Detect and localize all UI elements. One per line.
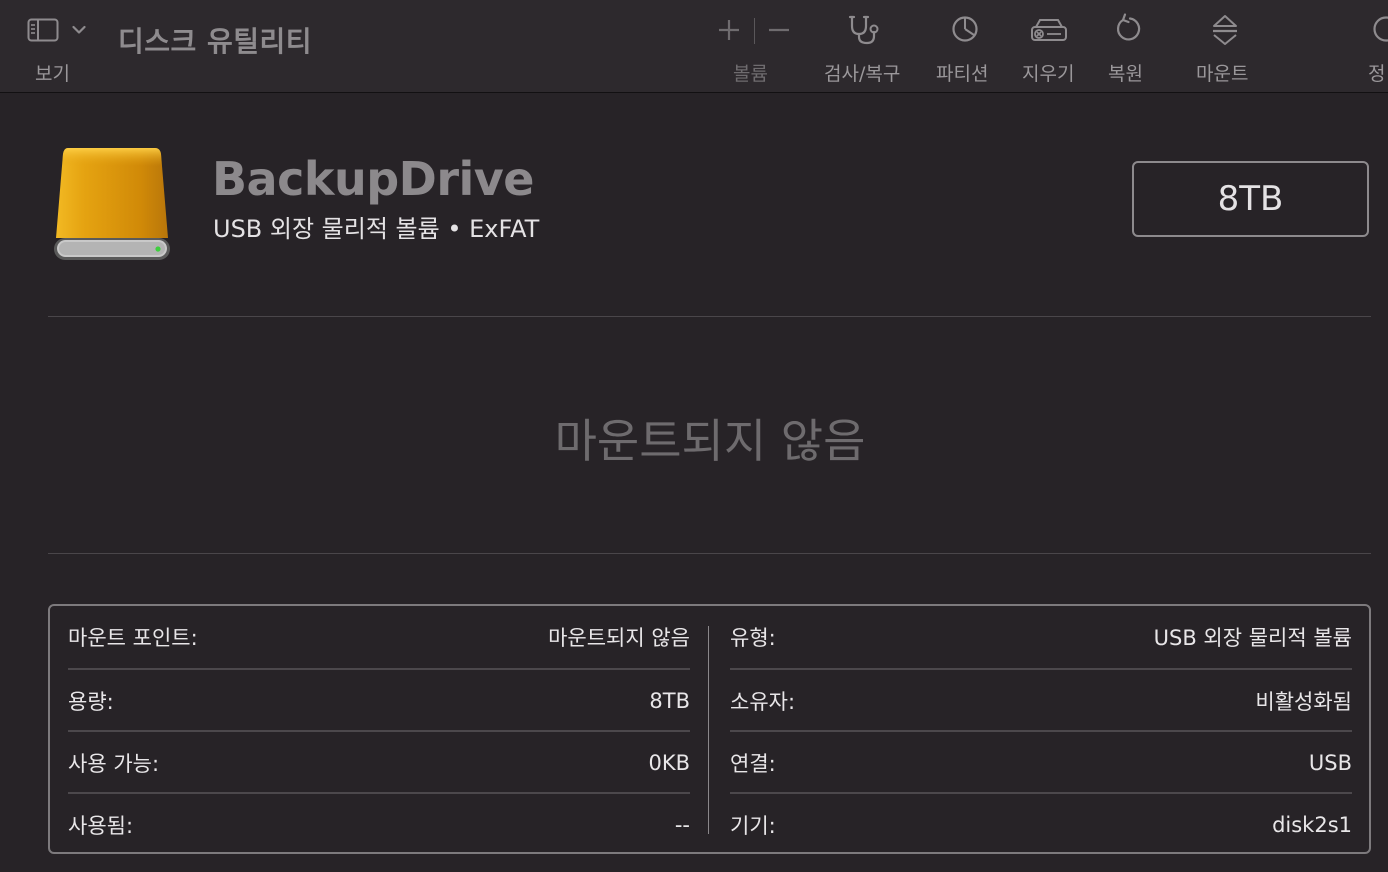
column-separator xyxy=(708,626,709,834)
info-key: 사용 가능: xyxy=(68,752,160,776)
info-row-capacity: 용량: 8TB xyxy=(68,670,690,732)
volume-divider xyxy=(754,18,755,44)
mount-status-message: 마운트되지 않음 xyxy=(554,414,866,468)
first-aid-label: 검사/복구 xyxy=(824,63,901,85)
volume-label: 볼륨 xyxy=(733,63,768,85)
info-key: 기기: xyxy=(730,814,776,838)
sidebar-icon xyxy=(27,18,59,42)
first-aid-button[interactable]: 검사/복구 xyxy=(820,10,912,88)
app-title: 디스크 유틸리티 xyxy=(118,25,313,58)
stethoscope-icon xyxy=(848,15,879,45)
info-value: 8TB xyxy=(649,689,690,713)
restore-label: 복원 xyxy=(1108,63,1143,85)
external-drive-icon xyxy=(54,148,170,260)
drive-name: BackupDrive xyxy=(212,152,534,206)
chevron-down-icon xyxy=(72,25,86,34)
view-button[interactable]: 보기 xyxy=(20,10,96,88)
capacity-value: 8TB xyxy=(1217,179,1284,219)
info-value: disk2s1 xyxy=(1272,813,1352,837)
info-value: 0KB xyxy=(648,751,690,775)
mount-label: 마운트 xyxy=(1196,63,1249,85)
info-row-type: 유형: USB 외장 물리적 볼륨 xyxy=(730,606,1352,668)
info-value: -- xyxy=(674,813,690,837)
info-key: 마운트 포인트: xyxy=(68,626,198,650)
info-row-device: 기기: disk2s1 xyxy=(730,794,1352,856)
info-row-available: 사용 가능: 0KB xyxy=(68,732,690,794)
info-key: 용량: xyxy=(68,690,114,714)
info-value: USB 외장 물리적 볼륨 xyxy=(1153,626,1352,650)
erase-drive-icon xyxy=(1031,19,1067,41)
toolbar: 보기 디스크 유틸리티 볼륨 검사/복구 파티션 지우기 복원 마운트 정 xyxy=(0,0,1388,93)
add-volume-icon[interactable] xyxy=(716,17,742,43)
erase-label: 지우기 xyxy=(1022,63,1075,85)
info-value: USB xyxy=(1308,751,1352,775)
divider-bottom xyxy=(48,553,1371,554)
info-row-connection: 연결: USB xyxy=(730,732,1352,794)
remove-volume-icon[interactable] xyxy=(766,17,792,43)
info-key: 사용됨: xyxy=(68,814,134,838)
mount-icon xyxy=(1213,15,1237,45)
view-label: 보기 xyxy=(35,63,70,85)
info-panel: 마운트 포인트: 마운트되지 않음 용량: 8TB 사용 가능: 0KB 사용됨… xyxy=(48,604,1371,854)
info-row-owners: 소유자: 비활성화됨 xyxy=(730,670,1352,732)
info-button[interactable]: 정 xyxy=(1362,10,1388,88)
info-icon xyxy=(1373,16,1388,42)
pie-chart-icon xyxy=(952,16,978,42)
info-row-used: 사용됨: -- xyxy=(68,794,690,856)
info-value: 비활성화됨 xyxy=(1255,690,1352,714)
mount-button[interactable]: 마운트 xyxy=(1190,10,1260,88)
info-key: 연결: xyxy=(730,752,776,776)
volume-button-group: 볼륨 xyxy=(712,10,796,88)
info-label: 정 xyxy=(1368,63,1386,85)
restore-button[interactable]: 복원 xyxy=(1104,10,1152,88)
divider-top xyxy=(48,316,1371,317)
restore-icon xyxy=(1116,13,1141,41)
partition-label: 파티션 xyxy=(936,63,989,85)
drive-subtitle: USB 외장 물리적 볼륨 • ExFAT xyxy=(213,215,540,243)
info-key: 유형: xyxy=(730,626,776,650)
info-row-mount-point: 마운트 포인트: 마운트되지 않음 xyxy=(68,606,690,668)
info-key: 소유자: xyxy=(730,690,796,714)
capacity-badge: 8TB xyxy=(1132,161,1369,237)
partition-button[interactable]: 파티션 xyxy=(932,10,998,88)
erase-button[interactable]: 지우기 xyxy=(1018,10,1084,88)
info-value: 마운트되지 않음 xyxy=(548,626,690,650)
